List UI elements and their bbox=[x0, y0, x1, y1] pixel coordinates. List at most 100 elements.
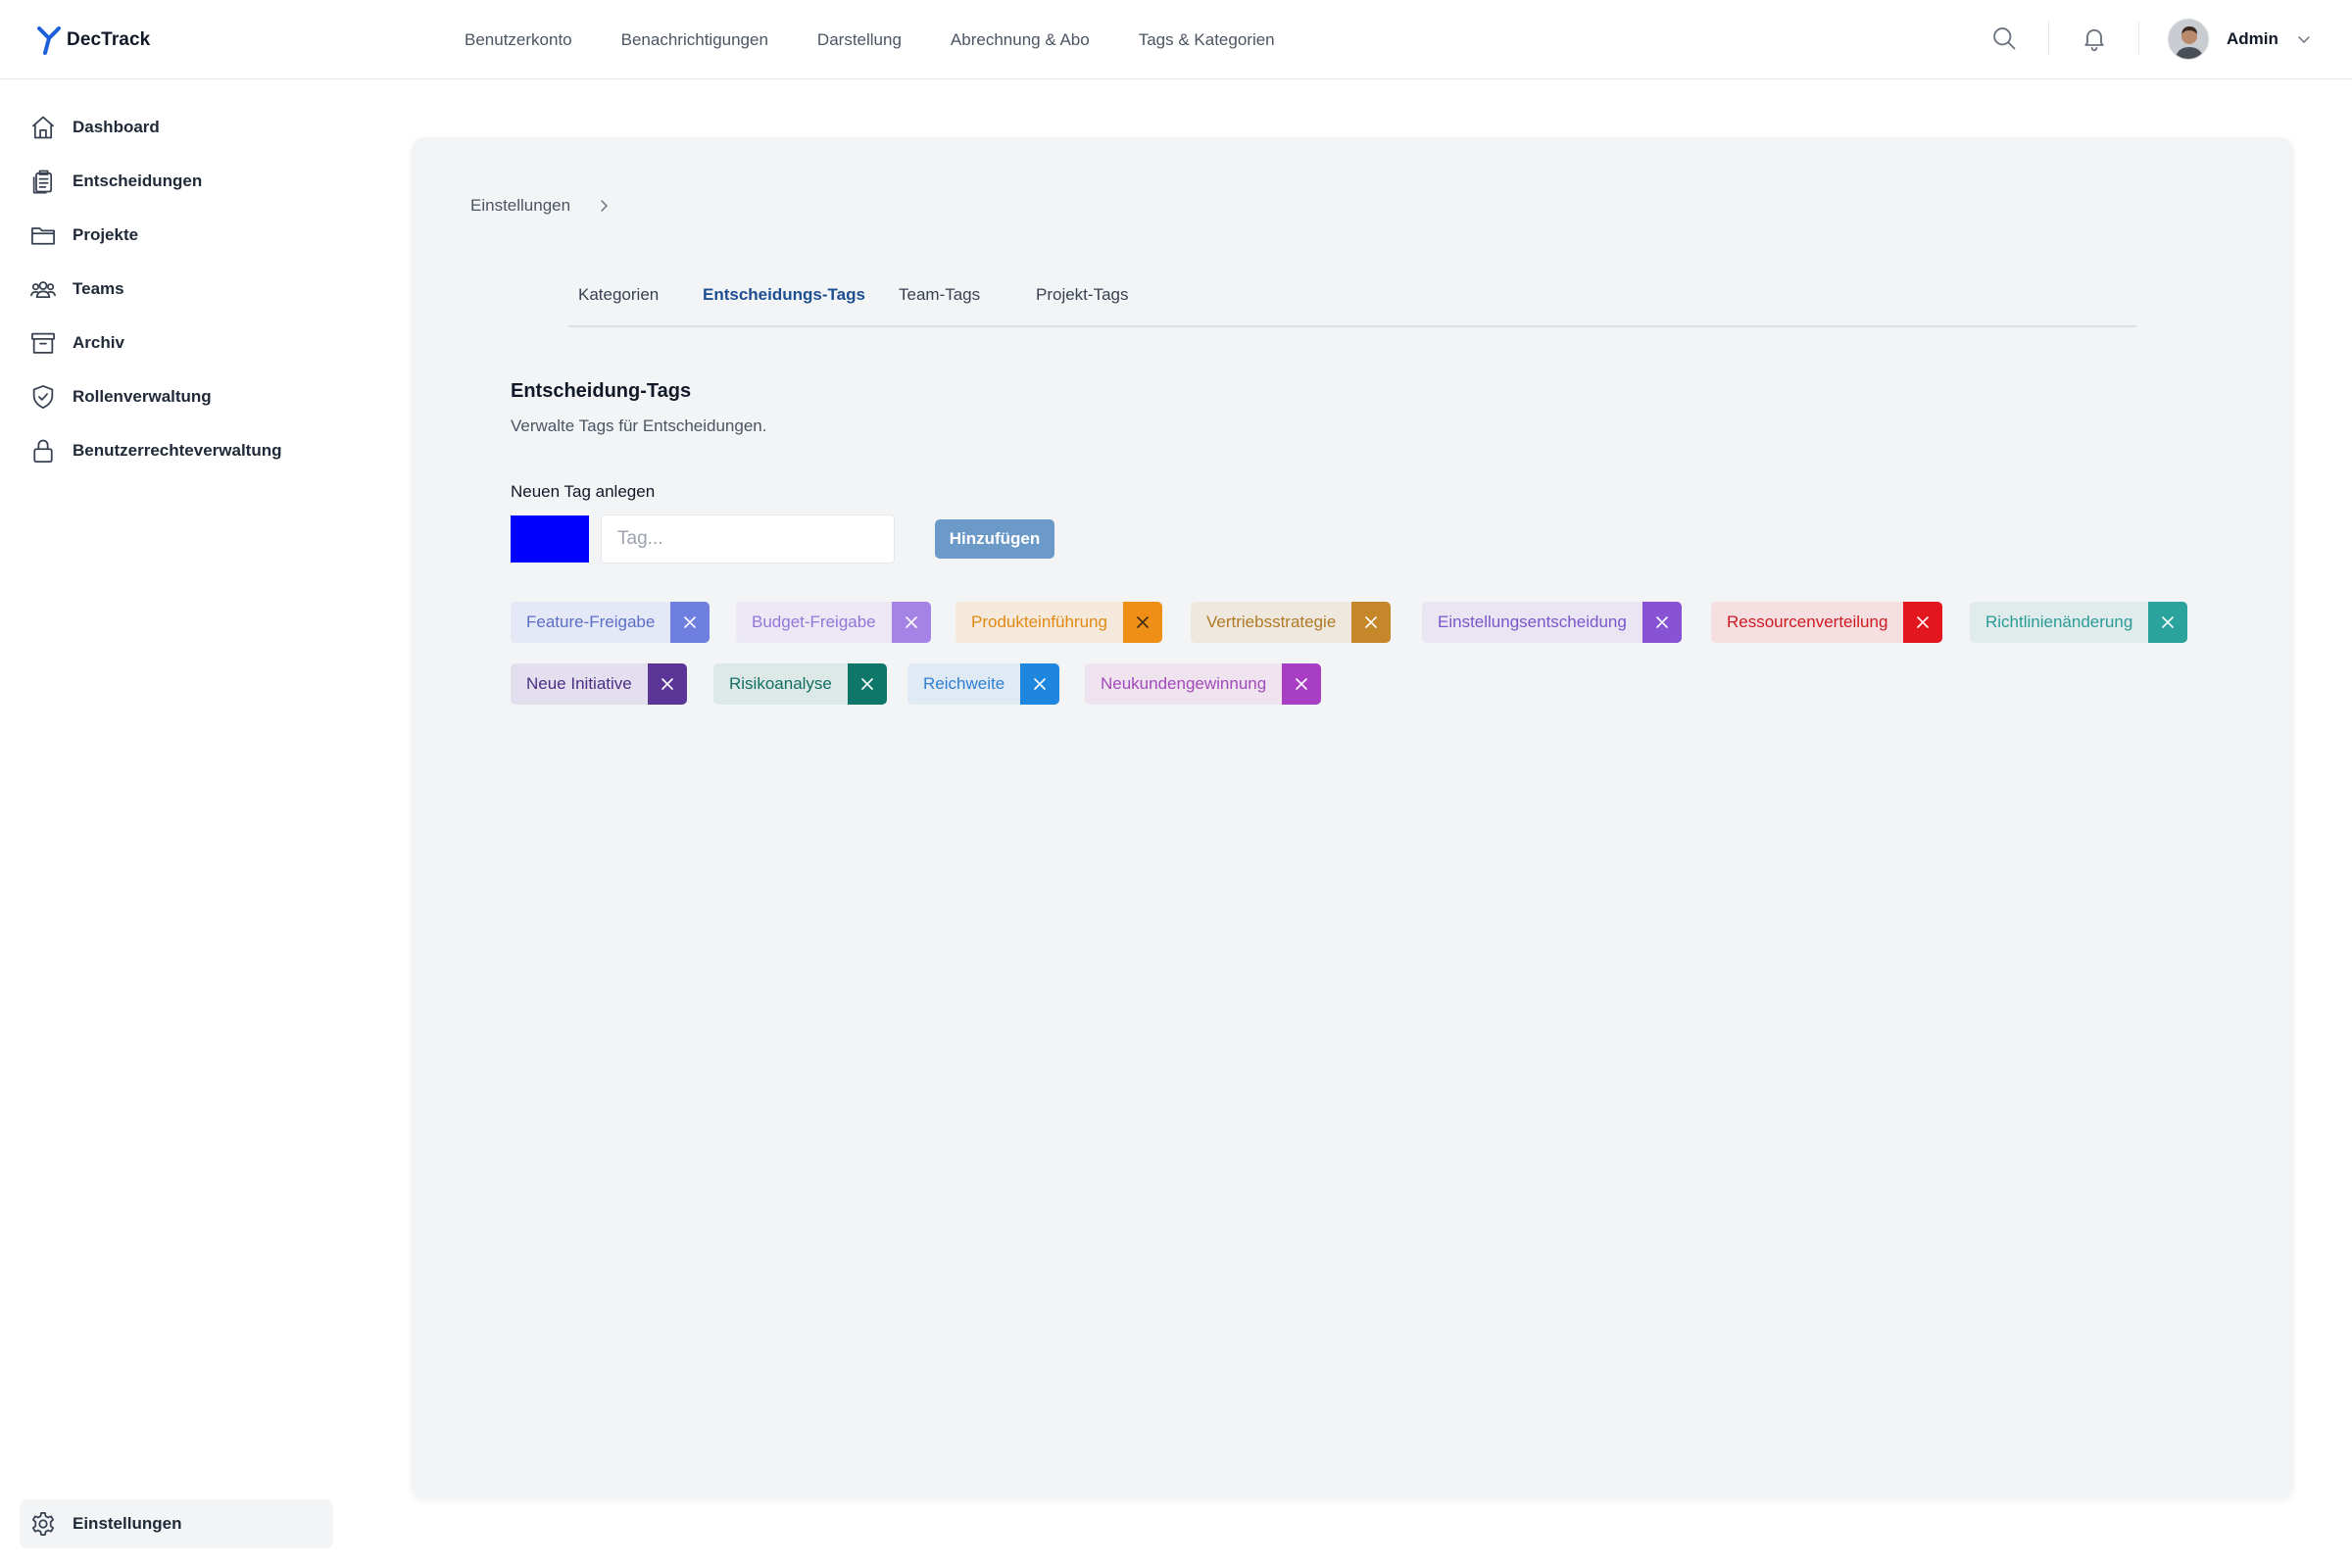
nav-benachrichtigungen[interactable]: Benachrichtigungen bbox=[621, 30, 768, 50]
tag-label: Neukundengewinnung bbox=[1101, 674, 1267, 693]
tag-chip: Neue Initiative bbox=[511, 663, 687, 705]
section-description: Verwalte Tags für Entscheidungen. bbox=[511, 416, 767, 435]
tag-label: Neue Initiative bbox=[526, 674, 632, 693]
remove-tag-button[interactable] bbox=[1122, 602, 1162, 643]
sidebar-item-benutzerrechteverwaltung[interactable]: Benutzerrechteverwaltung bbox=[20, 426, 333, 475]
user-menu[interactable]: Admin bbox=[2168, 18, 2312, 61]
close-icon bbox=[1917, 616, 1930, 628]
tag-label: Feature-Freigabe bbox=[526, 612, 656, 631]
add-tag-button[interactable]: Hinzufügen bbox=[935, 519, 1054, 559]
tag-chip: Produkteinführung bbox=[956, 602, 1162, 643]
remove-tag-button[interactable] bbox=[2148, 602, 2188, 643]
tag-chip: Ressourcenverteilung bbox=[1711, 602, 1943, 643]
folder-icon bbox=[31, 227, 55, 245]
remove-tag-button[interactable] bbox=[847, 663, 887, 705]
close-icon bbox=[1296, 678, 1308, 690]
sidebar-item-label: Projekte bbox=[73, 225, 139, 244]
tag-section-header: Entscheidung-Tags Verwalte Tags für Ents… bbox=[511, 380, 766, 436]
app-name: DecTrack bbox=[67, 29, 151, 50]
tag-tabs: Kategorien Entscheidungs-Tags Team-Tags … bbox=[568, 274, 2136, 327]
tag-chip: Vertriebsstrategie bbox=[1191, 602, 1392, 643]
tab-kategorien[interactable]: Kategorien bbox=[568, 274, 668, 327]
tag-label: Ressourcenverteilung bbox=[1727, 612, 1888, 631]
users-icon bbox=[29, 281, 57, 299]
tag-chip: Feature-Freigabe bbox=[511, 602, 710, 643]
bell-icon bbox=[2084, 28, 2104, 52]
sidebar-item-label: Entscheidungen bbox=[73, 172, 203, 190]
logo-icon bbox=[37, 26, 61, 55]
sidebar-item-label: Dashboard bbox=[73, 118, 160, 136]
app-logo[interactable]: DecTrack bbox=[37, 24, 150, 57]
close-icon bbox=[684, 616, 697, 628]
close-icon bbox=[1034, 678, 1046, 690]
sidebar-item-archiv[interactable]: Archiv bbox=[20, 318, 333, 368]
tag-chip: Reichweite bbox=[907, 663, 1060, 705]
nav-benutzerkonto[interactable]: Benutzerkonto bbox=[465, 30, 572, 50]
close-icon bbox=[2162, 616, 2175, 628]
sidebar-item-label: Benutzerrechteverwaltung bbox=[73, 441, 282, 460]
sidebar-item-label: Rollenverwaltung bbox=[73, 387, 212, 406]
search-button[interactable] bbox=[1987, 22, 2021, 55]
remove-tag-button[interactable] bbox=[1282, 663, 1322, 705]
home-icon bbox=[31, 116, 55, 139]
tag-chip: Richtlinienänderung bbox=[1970, 602, 2188, 643]
archive-icon bbox=[31, 332, 55, 354]
breadcrumb-einstellungen[interactable]: Einstellungen bbox=[470, 196, 570, 216]
header-divider bbox=[2048, 22, 2049, 55]
tag-label: Richtlinienänderung bbox=[1985, 612, 2133, 631]
tab-entscheidungs-tags[interactable]: Entscheidungs-Tags bbox=[693, 274, 875, 327]
tab-team-tags[interactable]: Team-Tags bbox=[889, 274, 990, 327]
clipboard-icon bbox=[32, 170, 53, 194]
sidebar-item-teams[interactable]: Teams bbox=[20, 265, 333, 314]
sidebar-item-rollenverwaltung[interactable]: Rollenverwaltung bbox=[20, 372, 333, 421]
user-name: Admin bbox=[2227, 29, 2278, 48]
sidebar-item-einstellungen[interactable]: Einstellungen bbox=[20, 1499, 333, 1548]
tag-label: Vertriebsstrategie bbox=[1206, 612, 1337, 631]
header-divider bbox=[2138, 22, 2139, 55]
avatar-image bbox=[2169, 20, 2208, 59]
tag-label: Einstellungsentscheidung bbox=[1438, 612, 1627, 631]
nav-darstellung[interactable]: Darstellung bbox=[817, 30, 902, 50]
close-icon bbox=[1656, 616, 1668, 628]
remove-tag-button[interactable] bbox=[647, 663, 687, 705]
remove-tag-button[interactable] bbox=[1351, 602, 1392, 643]
tag-label: Reichweite bbox=[923, 674, 1005, 693]
sidebar-item-label: Einstellungen bbox=[73, 1514, 182, 1533]
tag-label: Risikoanalyse bbox=[729, 674, 832, 693]
chevron-down-icon bbox=[2298, 36, 2310, 43]
remove-tag-button[interactable] bbox=[1903, 602, 1943, 643]
notifications-button[interactable] bbox=[2078, 22, 2111, 55]
top-bar: DecTrack Benutzerkonto Benachrichtigunge… bbox=[0, 0, 2352, 79]
new-tag-label: Neuen Tag anlegen bbox=[511, 482, 656, 501]
tag-chip: Einstellungsentscheidung bbox=[1422, 602, 1682, 643]
tag-chip: Budget-Freigabe bbox=[736, 602, 931, 643]
sidebar-item-label: Archiv bbox=[73, 333, 124, 352]
chevron-right-icon bbox=[601, 200, 608, 212]
tag-chip: Risikoanalyse bbox=[713, 663, 887, 705]
sidebar: Dashboard Entscheidungen Projekte Teams … bbox=[0, 79, 353, 1568]
settings-card: Einstellungen Kategorien Entscheidungs-T… bbox=[412, 137, 2293, 1499]
remove-tag-button[interactable] bbox=[1020, 663, 1060, 705]
remove-tag-button[interactable] bbox=[1642, 602, 1682, 643]
settings-nav: Benutzerkonto Benachrichtigungen Darstel… bbox=[465, 0, 1324, 79]
tag-name-input[interactable] bbox=[601, 514, 895, 564]
tag-label: Produkteinführung bbox=[971, 612, 1107, 631]
close-icon bbox=[1137, 616, 1149, 628]
close-icon bbox=[905, 616, 917, 628]
tag-label: Budget-Freigabe bbox=[752, 612, 876, 631]
tab-projekt-tags[interactable]: Projekt-Tags bbox=[1026, 274, 1138, 327]
tag-color-picker[interactable] bbox=[511, 515, 589, 563]
sidebar-item-dashboard[interactable]: Dashboard bbox=[20, 103, 333, 152]
sidebar-item-label: Teams bbox=[73, 279, 124, 298]
lock-icon bbox=[33, 439, 53, 463]
close-icon bbox=[1365, 616, 1378, 628]
close-icon bbox=[861, 678, 873, 690]
nav-tags-kategorien[interactable]: Tags & Kategorien bbox=[1139, 30, 1275, 50]
tag-chip: Neukundengewinnung bbox=[1085, 663, 1322, 705]
sidebar-item-entscheidungen[interactable]: Entscheidungen bbox=[20, 157, 333, 206]
remove-tag-button[interactable] bbox=[891, 602, 931, 643]
close-icon bbox=[661, 678, 673, 690]
remove-tag-button[interactable] bbox=[670, 602, 710, 643]
nav-abrechnung-abo[interactable]: Abrechnung & Abo bbox=[951, 30, 1090, 50]
sidebar-item-projekte[interactable]: Projekte bbox=[20, 211, 333, 260]
